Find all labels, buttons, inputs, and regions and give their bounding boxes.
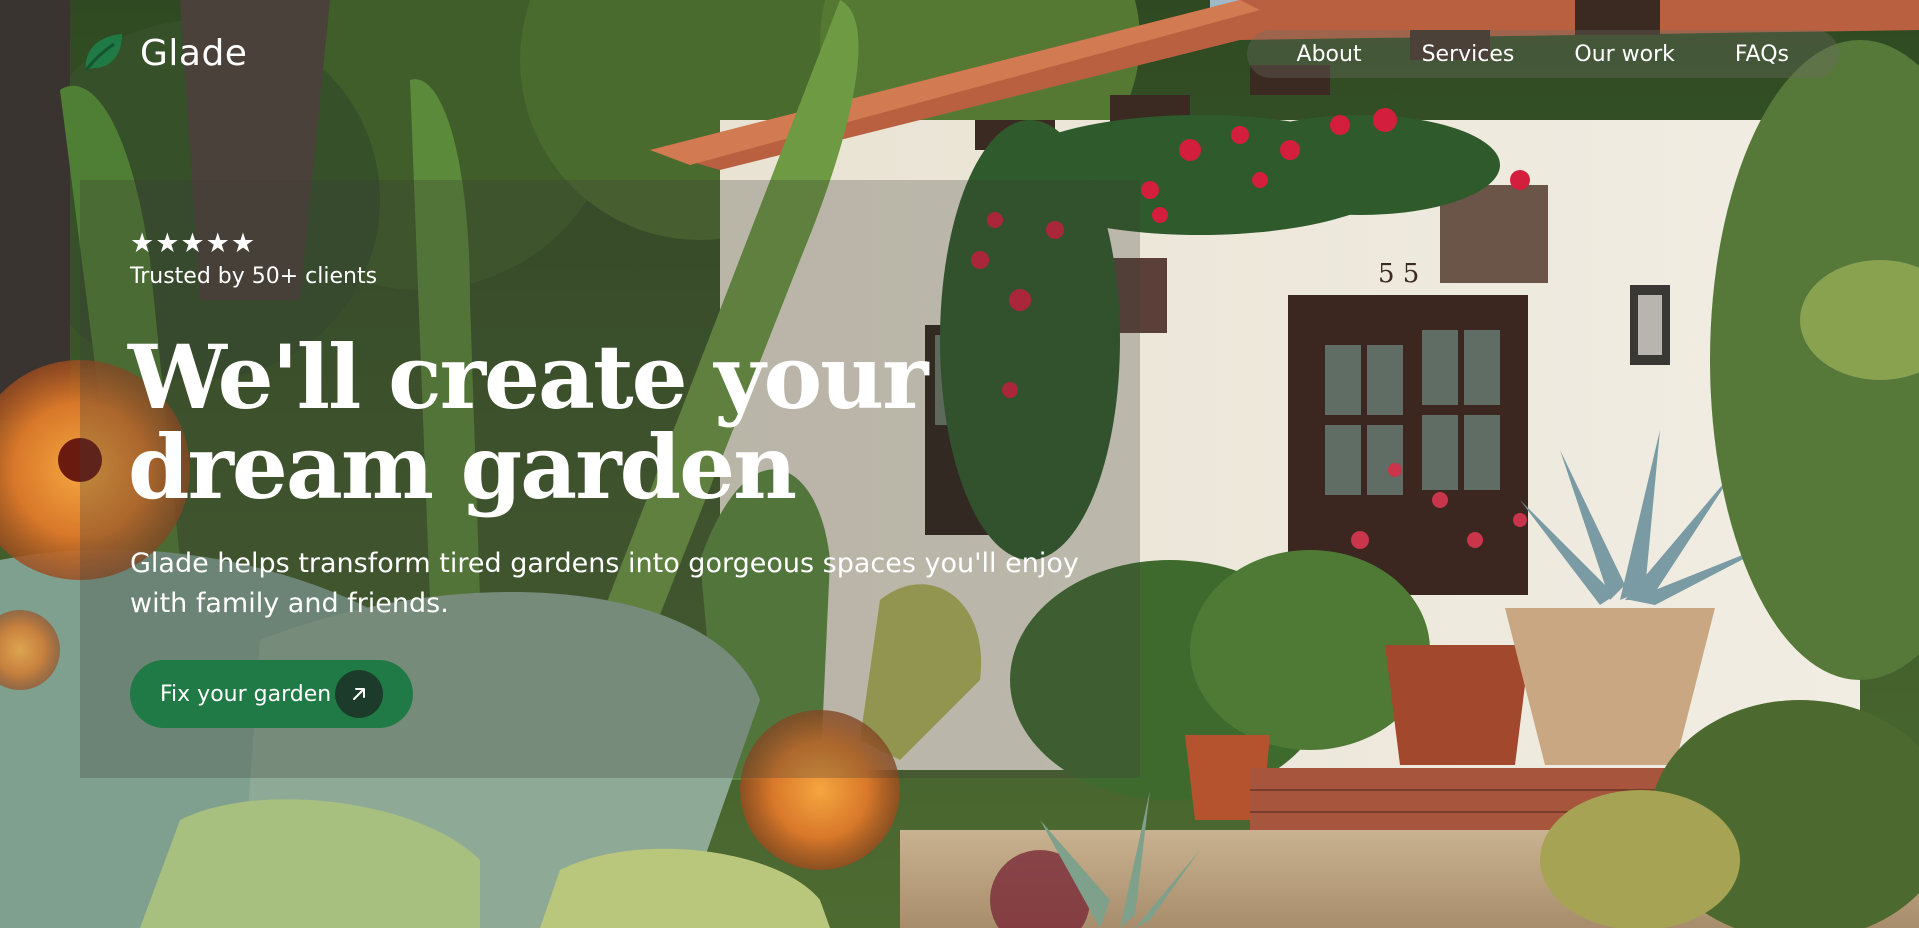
- brand-name: Glade: [140, 32, 248, 74]
- rating-stars: ★★★★★: [130, 228, 257, 258]
- leaf-icon: [84, 34, 122, 71]
- nav-item-about[interactable]: About: [1267, 42, 1392, 67]
- hero-headline: We'll create your dream garden: [128, 332, 1028, 512]
- brand-logo[interactable]: Glade: [80, 30, 247, 76]
- headline-line-2: dream garden: [128, 415, 797, 519]
- nav-item-our-work[interactable]: Our work: [1544, 42, 1705, 67]
- hero-subtitle: Glade helps transform tired gardens into…: [130, 548, 1079, 619]
- trusted-by-label: Trusted by 50+ clients: [130, 264, 378, 289]
- fix-your-garden-button[interactable]: Fix your garden: [130, 660, 413, 728]
- nav-item-faqs[interactable]: FAQs: [1705, 42, 1819, 67]
- cta-label: Fix your garden: [160, 681, 332, 707]
- main-nav: About Services Our work FAQs: [1246, 30, 1839, 78]
- headline-line-1: We'll create your: [128, 325, 928, 429]
- svg-text:5 5: 5 5: [1378, 259, 1419, 289]
- arrow-up-right-icon: [335, 670, 383, 718]
- nav-item-services[interactable]: Services: [1392, 42, 1545, 67]
